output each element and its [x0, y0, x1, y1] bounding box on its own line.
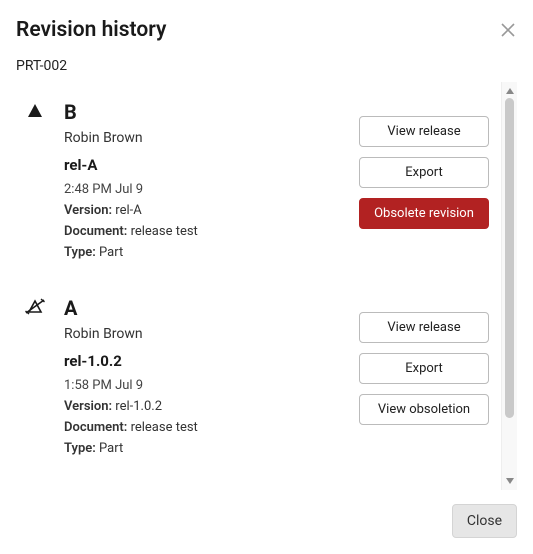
- dialog-footer: Close: [16, 500, 517, 538]
- revision-document: Document: release test: [64, 420, 343, 435]
- revision-timestamp: 2:48 PM Jul 9: [64, 182, 343, 197]
- revision-item: A Robin Brown rel-1.0.2 1:58 PM Jul 9 Ve…: [16, 278, 495, 474]
- document-label: Document:: [64, 420, 127, 435]
- revision-history-dialog: Revision history PRT-002 B Robin Brown r…: [0, 0, 533, 554]
- scrollbar-thumb[interactable]: [505, 98, 514, 418]
- type-value: Part: [99, 245, 123, 260]
- content-wrapper: B Robin Brown rel-A 2:48 PM Jul 9 Versio…: [16, 82, 517, 490]
- view-release-button[interactable]: View release: [359, 116, 489, 147]
- version-value: rel-1.0.2: [115, 399, 162, 414]
- view-obsoletion-button[interactable]: View obsoletion: [359, 394, 489, 425]
- export-button[interactable]: Export: [359, 353, 489, 384]
- obsolete-revision-button[interactable]: Obsolete revision: [359, 198, 489, 229]
- revision-item: B Robin Brown rel-A 2:48 PM Jul 9 Versio…: [16, 82, 495, 278]
- revision-document: Document: release test: [64, 224, 343, 239]
- revision-letter: B: [64, 100, 343, 124]
- revision-letter: A: [64, 296, 343, 320]
- type-label: Type:: [64, 245, 96, 260]
- revision-author: Robin Brown: [64, 326, 343, 342]
- revision-release-name: rel-1.0.2: [64, 352, 343, 370]
- revision-type: Type: Part: [64, 245, 343, 260]
- revision-release-name: rel-A: [64, 156, 343, 174]
- version-label: Version:: [64, 399, 112, 414]
- dialog-header: Revision history: [16, 18, 517, 42]
- revision-timestamp: 1:58 PM Jul 9: [64, 378, 343, 393]
- revision-version: Version: rel-A: [64, 203, 343, 218]
- type-value: Part: [99, 441, 123, 456]
- revision-actions: View release Export Obsolete revision: [359, 100, 489, 266]
- revision-actions: View release Export View obsoletion: [359, 296, 489, 462]
- version-label: Version:: [64, 203, 112, 218]
- revision-author: Robin Brown: [64, 130, 343, 146]
- close-button[interactable]: Close: [452, 504, 517, 538]
- version-value: rel-A: [115, 203, 141, 218]
- view-release-button[interactable]: View release: [359, 312, 489, 343]
- document-label: Document:: [64, 224, 127, 239]
- scrollbar-track[interactable]: [502, 98, 517, 474]
- struck-triangle-icon: [22, 296, 48, 462]
- scroll-down-icon[interactable]: [505, 474, 515, 488]
- revision-list: B Robin Brown rel-A 2:48 PM Jul 9 Versio…: [16, 82, 501, 490]
- type-label: Type:: [64, 441, 96, 456]
- scrollbar[interactable]: [501, 82, 517, 490]
- export-button[interactable]: Export: [359, 157, 489, 188]
- dialog-title: Revision history: [16, 18, 166, 42]
- revision-version: Version: rel-1.0.2: [64, 399, 343, 414]
- document-value: release test: [131, 224, 198, 239]
- triangle-icon: [22, 100, 48, 266]
- part-identifier: PRT-002: [16, 58, 517, 74]
- close-icon[interactable]: [499, 21, 517, 39]
- document-value: release test: [131, 420, 198, 435]
- revision-type: Type: Part: [64, 441, 343, 456]
- scroll-up-icon[interactable]: [505, 84, 515, 98]
- revision-details: B Robin Brown rel-A 2:48 PM Jul 9 Versio…: [64, 100, 343, 266]
- revision-details: A Robin Brown rel-1.0.2 1:58 PM Jul 9 Ve…: [64, 296, 343, 462]
